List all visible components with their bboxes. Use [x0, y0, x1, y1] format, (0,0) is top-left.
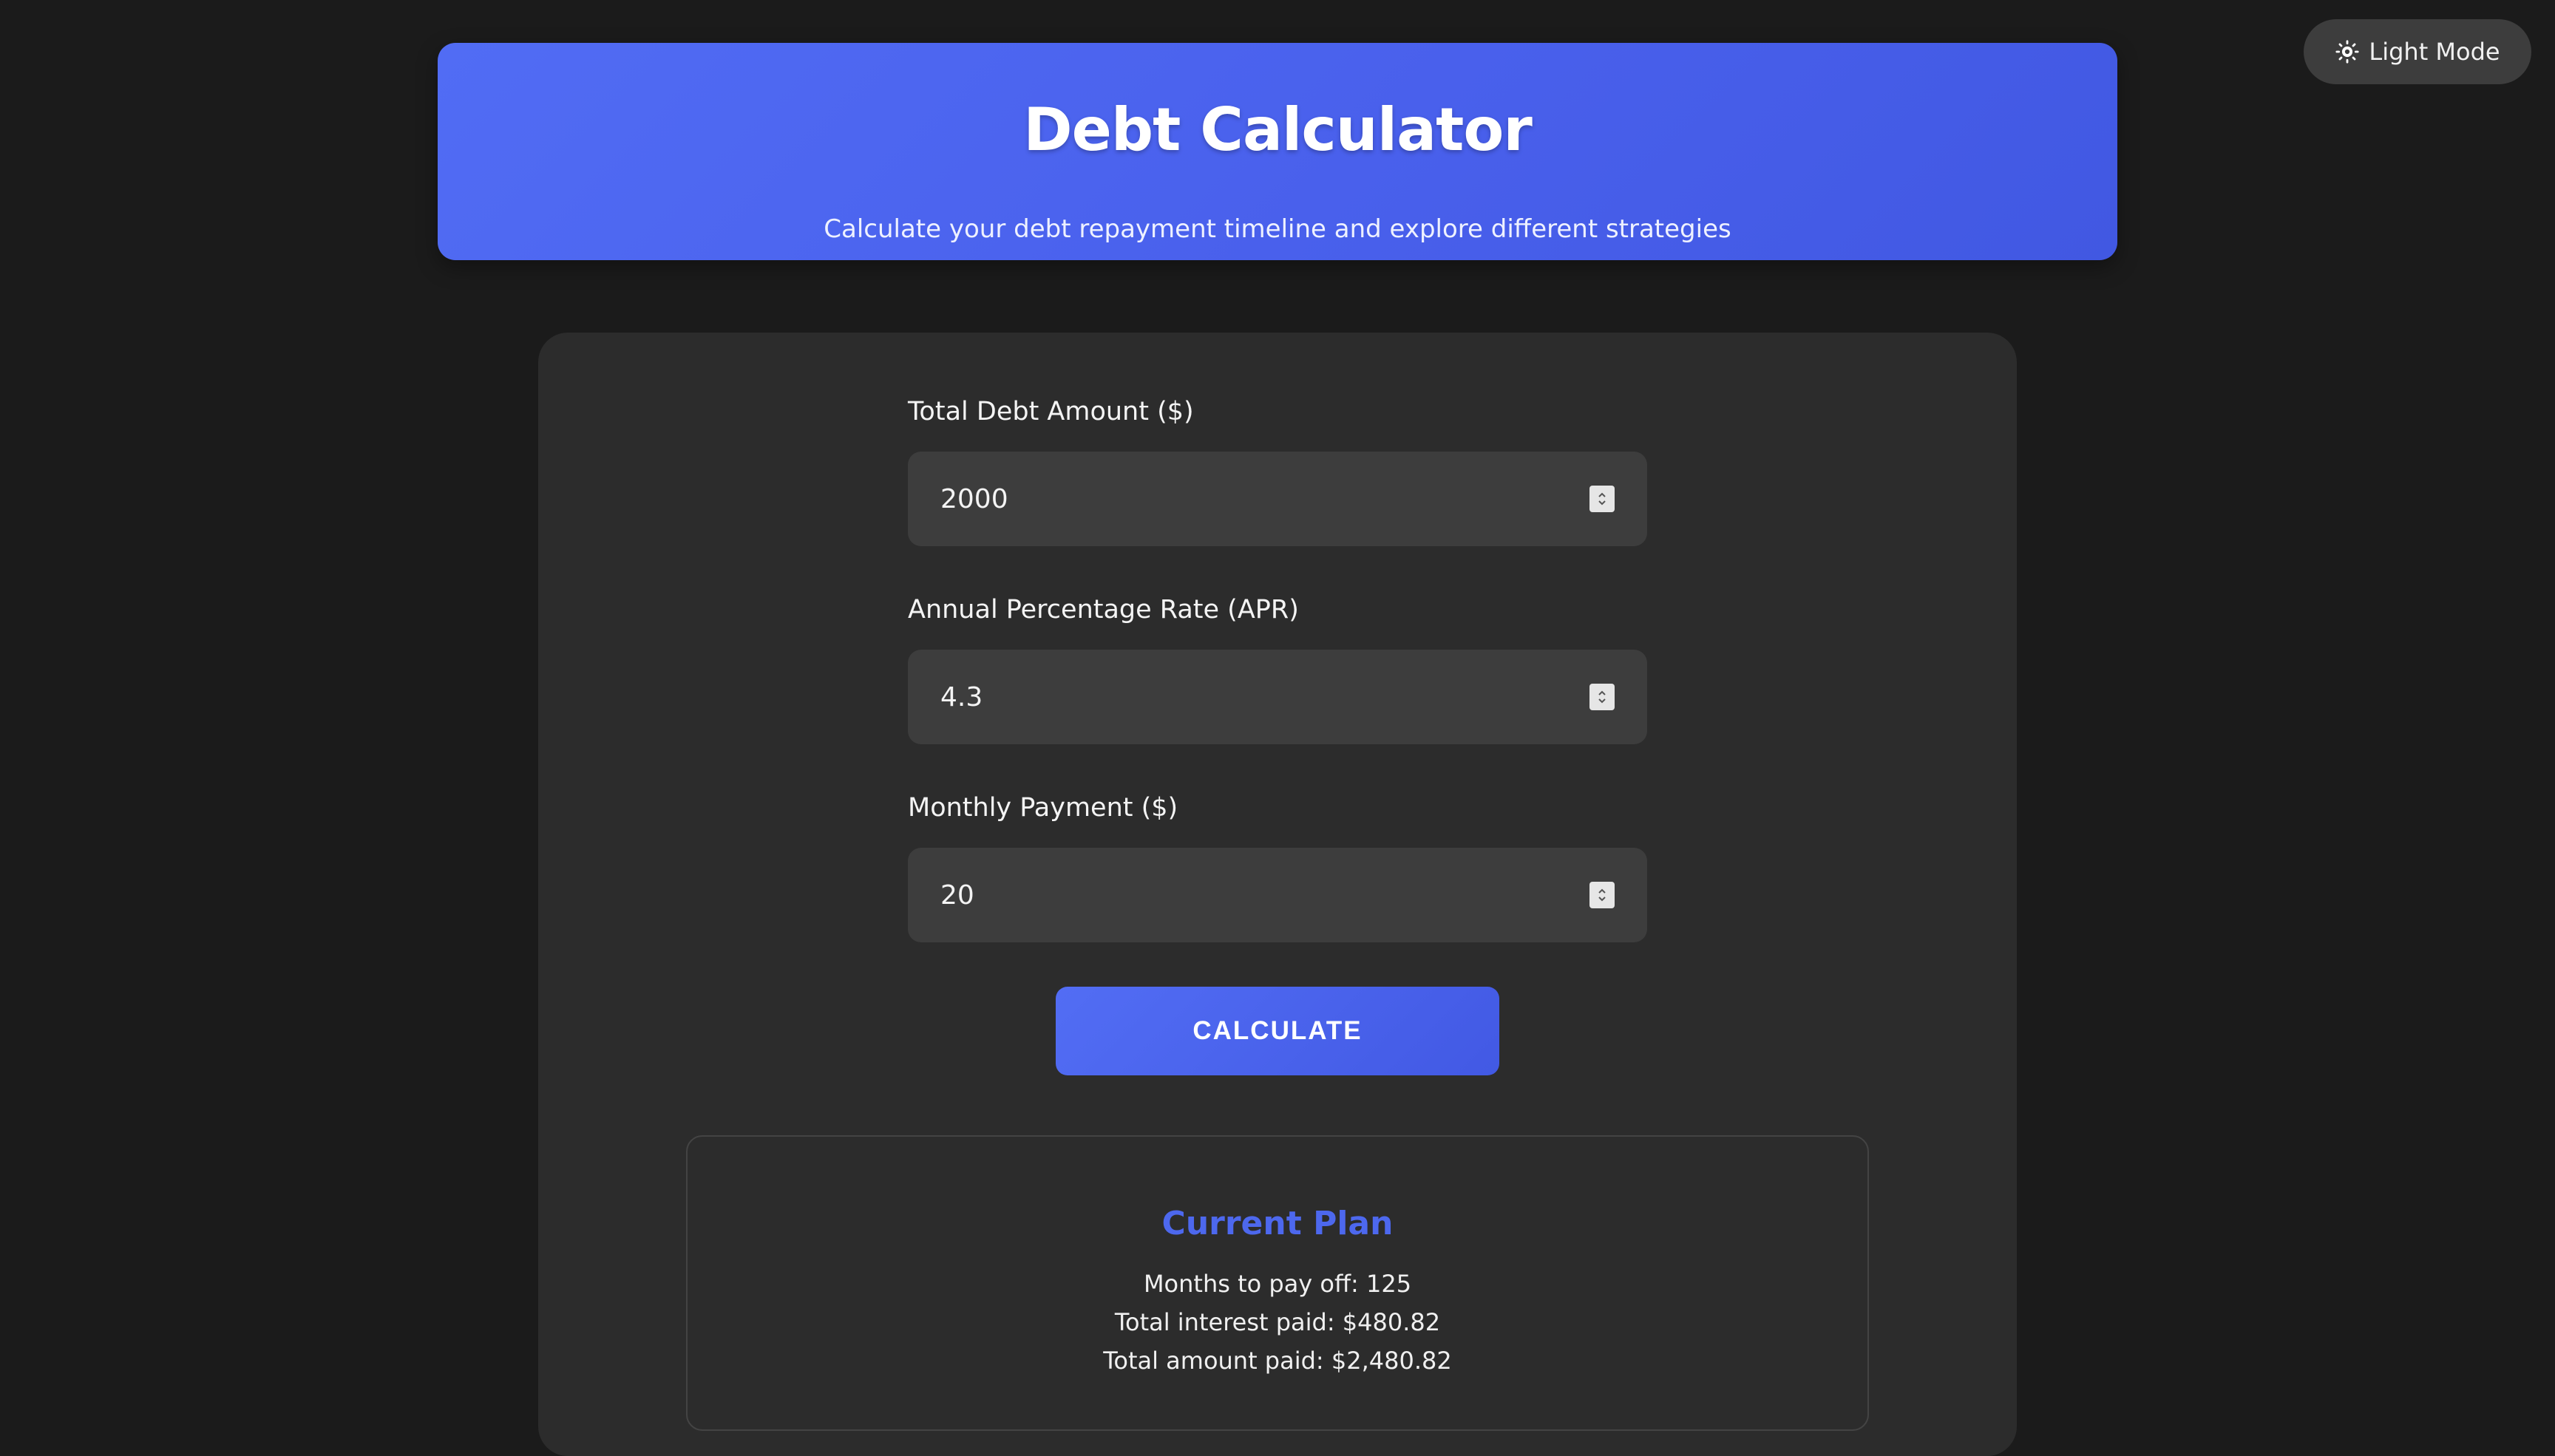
page-subtitle: Calculate your debt repayment timeline a… — [824, 214, 1731, 244]
monthly-payment-value: 20 — [940, 880, 974, 911]
light-mode-toggle[interactable]: Light Mode — [2304, 19, 2531, 84]
page-title: Debt Calculator — [1023, 95, 1533, 164]
total-debt-value: 2000 — [940, 483, 1008, 514]
apr-stepper[interactable] — [1589, 684, 1615, 710]
sun-icon — [2335, 39, 2360, 64]
apr-input[interactable]: 4.3 — [908, 650, 1647, 744]
months-to-pay-off: Months to pay off: 125 — [1143, 1270, 1412, 1298]
total-debt-input[interactable]: 2000 — [908, 452, 1647, 546]
page-header: Debt Calculator Calculate your debt repa… — [438, 43, 2117, 260]
light-mode-label: Light Mode — [2369, 38, 2500, 66]
results-title: Current Plan — [1161, 1205, 1394, 1242]
monthly-payment-label: Monthly Payment ($) — [908, 793, 1178, 823]
calculate-button[interactable]: CALCULATE — [1056, 987, 1499, 1075]
monthly-payment-stepper[interactable] — [1589, 882, 1615, 908]
total-debt-label: Total Debt Amount ($) — [908, 397, 1194, 426]
total-debt-stepper[interactable] — [1589, 486, 1615, 512]
total-interest-paid: Total interest paid: $480.82 — [1114, 1308, 1441, 1336]
total-amount-paid: Total amount paid: $2,480.82 — [1103, 1347, 1452, 1375]
apr-label: Annual Percentage Rate (APR) — [908, 595, 1299, 625]
results-panel: Current Plan Months to pay off: 125 Tota… — [686, 1135, 1869, 1431]
apr-value: 4.3 — [940, 681, 983, 712]
monthly-payment-input[interactable]: 20 — [908, 848, 1647, 942]
calculator-card: Total Debt Amount ($) 2000 Annual Percen… — [538, 333, 2017, 1456]
